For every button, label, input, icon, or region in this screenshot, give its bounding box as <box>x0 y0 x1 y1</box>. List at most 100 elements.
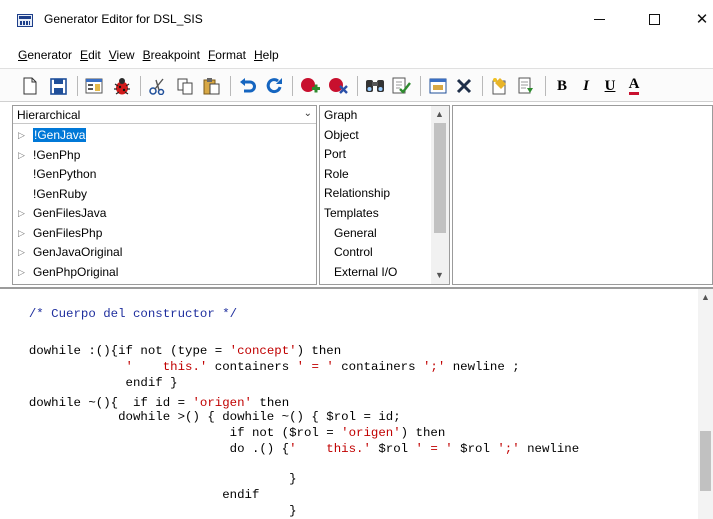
cut-button[interactable] <box>146 75 170 97</box>
find-button[interactable] <box>363 75 387 97</box>
tree-item[interactable]: ▷ GenFilesJava <box>13 204 316 224</box>
new-file-button[interactable] <box>18 75 42 97</box>
menu-help[interactable]: Help <box>254 48 279 62</box>
redo-button[interactable] <box>262 75 286 97</box>
maximize-icon <box>648 13 660 25</box>
code-editor[interactable]: /* Cuerpo del constructor */ dowhile :()… <box>0 287 713 519</box>
category-item[interactable]: Control <box>320 243 431 263</box>
menu-generator[interactable]: Generator <box>18 48 72 62</box>
italic-icon: I <box>583 77 589 94</box>
category-list: Graph Object Port Role Relationship Templates… <box>320 106 431 282</box>
expand-arrow-icon[interactable]: ▷ <box>18 146 25 165</box>
code-line[interactable]: } <box>14 504 296 519</box>
editor-scrollbar-thumb[interactable] <box>700 431 711 491</box>
properties-button[interactable] <box>82 75 106 97</box>
font-color-button[interactable]: A <box>622 75 646 97</box>
chevron-down-icon: ⌄ <box>303 108 312 119</box>
category-item[interactable]: Port <box>320 145 431 165</box>
tree-item-label: GenJavaOriginal <box>33 245 123 259</box>
bold-button[interactable]: B <box>550 75 574 97</box>
add-breakpoint-button[interactable] <box>298 75 322 97</box>
title-bar: Generator Editor for DSL_SIS ✕ <box>0 0 713 40</box>
generator-tree-panel: Hierarchical ⌄ ▷ !GenJava ▷ !GenPhp !GenPyth… <box>12 105 317 285</box>
category-item[interactable]: Role <box>320 165 431 185</box>
tree-item[interactable]: ▷ !GenJava <box>13 126 316 146</box>
category-scrollbar[interactable]: ▲ ▼ <box>431 106 449 284</box>
category-item[interactable]: Graph <box>320 106 431 126</box>
maximize-button[interactable] <box>634 4 674 34</box>
close-icon: ✕ <box>695 10 709 28</box>
tree-item[interactable]: !GenPython <box>13 165 316 185</box>
editor-scrollbar[interactable]: ▲ <box>698 289 713 519</box>
scroll-up-icon[interactable]: ▲ <box>701 292 710 302</box>
tree-item[interactable]: ▷ GenPhpOriginal <box>13 263 316 283</box>
underline-button[interactable]: U <box>598 75 622 97</box>
tree-item[interactable]: ▷ GenJavaOriginal <box>13 243 316 263</box>
detail-panel <box>452 105 713 285</box>
code-line[interactable]: dowhile :(){if not (type = 'concept') th… <box>14 344 341 359</box>
category-item[interactable]: External I/O <box>320 263 431 283</box>
menu-edit[interactable]: Edit <box>80 48 101 62</box>
check-button[interactable] <box>389 75 413 97</box>
tree-item[interactable]: !GenRuby <box>13 185 316 205</box>
close-button[interactable]: ✕ <box>682 4 713 34</box>
undo-icon <box>240 78 256 93</box>
expand-arrow-icon[interactable]: ▷ <box>18 126 25 145</box>
delete-icon <box>456 78 472 94</box>
debug-button[interactable] <box>110 75 134 97</box>
tree-item[interactable]: ▷ GenFilesPhp <box>13 224 316 244</box>
category-list-panel: Graph Object Port Role Relationship Templates… <box>319 105 450 285</box>
menu-bar: Generator Edit View Breakpoint Format Help <box>0 44 713 66</box>
insert-button[interactable] <box>514 75 538 97</box>
copy-icon <box>177 78 193 95</box>
remove-breakpoint-icon <box>329 78 348 94</box>
font-color-icon: A <box>628 77 640 95</box>
code-line[interactable]: } <box>14 472 296 487</box>
bold-icon: B <box>556 77 567 94</box>
expand-arrow-icon[interactable]: ▷ <box>18 204 25 223</box>
scrollbar-thumb[interactable] <box>434 123 446 233</box>
find-icon <box>366 80 384 92</box>
menu-view[interactable]: View <box>109 48 135 62</box>
save-button[interactable] <box>46 75 70 97</box>
redo-icon <box>266 78 282 94</box>
remove-breakpoint-button[interactable] <box>326 75 350 97</box>
dialog-button[interactable] <box>426 75 450 97</box>
scroll-down-icon[interactable]: ▼ <box>435 270 444 280</box>
insert-icon <box>518 77 533 94</box>
code-line[interactable]: dowhile >() { dowhile ~() { $rol = id; <box>14 410 401 425</box>
minimize-button[interactable] <box>579 4 619 34</box>
category-item[interactable]: General <box>320 224 431 244</box>
code-line[interactable]: endif } <box>14 376 178 391</box>
code-line[interactable]: endif <box>14 488 259 503</box>
category-item[interactable]: Templates <box>320 204 431 224</box>
tree-item-label: GenFilesPhp <box>33 225 103 240</box>
view-mode-dropdown[interactable]: Hierarchical ⌄ <box>13 106 316 124</box>
view-mode-value: Hierarchical <box>17 108 81 122</box>
code-line[interactable]: dowhile ~(){ if id = 'origen' then <box>14 396 289 411</box>
menu-format[interactable]: Format <box>208 48 246 62</box>
bug-icon <box>114 78 130 95</box>
scroll-up-icon[interactable]: ▲ <box>435 109 444 119</box>
paste-button[interactable] <box>199 75 223 97</box>
category-item[interactable]: Relationship <box>320 184 431 204</box>
copy-button[interactable] <box>173 75 197 97</box>
italic-button[interactable]: I <box>574 75 598 97</box>
expand-arrow-icon[interactable]: ▷ <box>18 243 25 262</box>
save-icon <box>49 77 67 95</box>
tree-item-label: !GenJava <box>33 128 87 142</box>
app-icon <box>17 14 33 27</box>
code-line[interactable]: /* Cuerpo del constructor */ <box>14 307 237 322</box>
expand-arrow-icon[interactable]: ▷ <box>18 224 25 243</box>
undo-button[interactable] <box>236 75 260 97</box>
delete-button[interactable] <box>452 75 476 97</box>
expand-arrow-icon[interactable]: ▷ <box>18 263 25 282</box>
code-line[interactable]: if not ($rol = 'origen') then <box>14 426 446 441</box>
category-item[interactable]: Object <box>320 126 431 146</box>
code-line[interactable]: do .() {' this.' $rol ' = ' $rol ';' new… <box>14 442 580 457</box>
tree-item[interactable]: ▷ !GenPhp <box>13 146 316 166</box>
menu-breakpoint[interactable]: Breakpoint <box>143 48 200 62</box>
underline-icon: U <box>604 77 616 94</box>
edit-note-button[interactable] <box>488 75 512 97</box>
code-line[interactable]: ' this.' containers ' = ' containers ';'… <box>14 360 520 375</box>
